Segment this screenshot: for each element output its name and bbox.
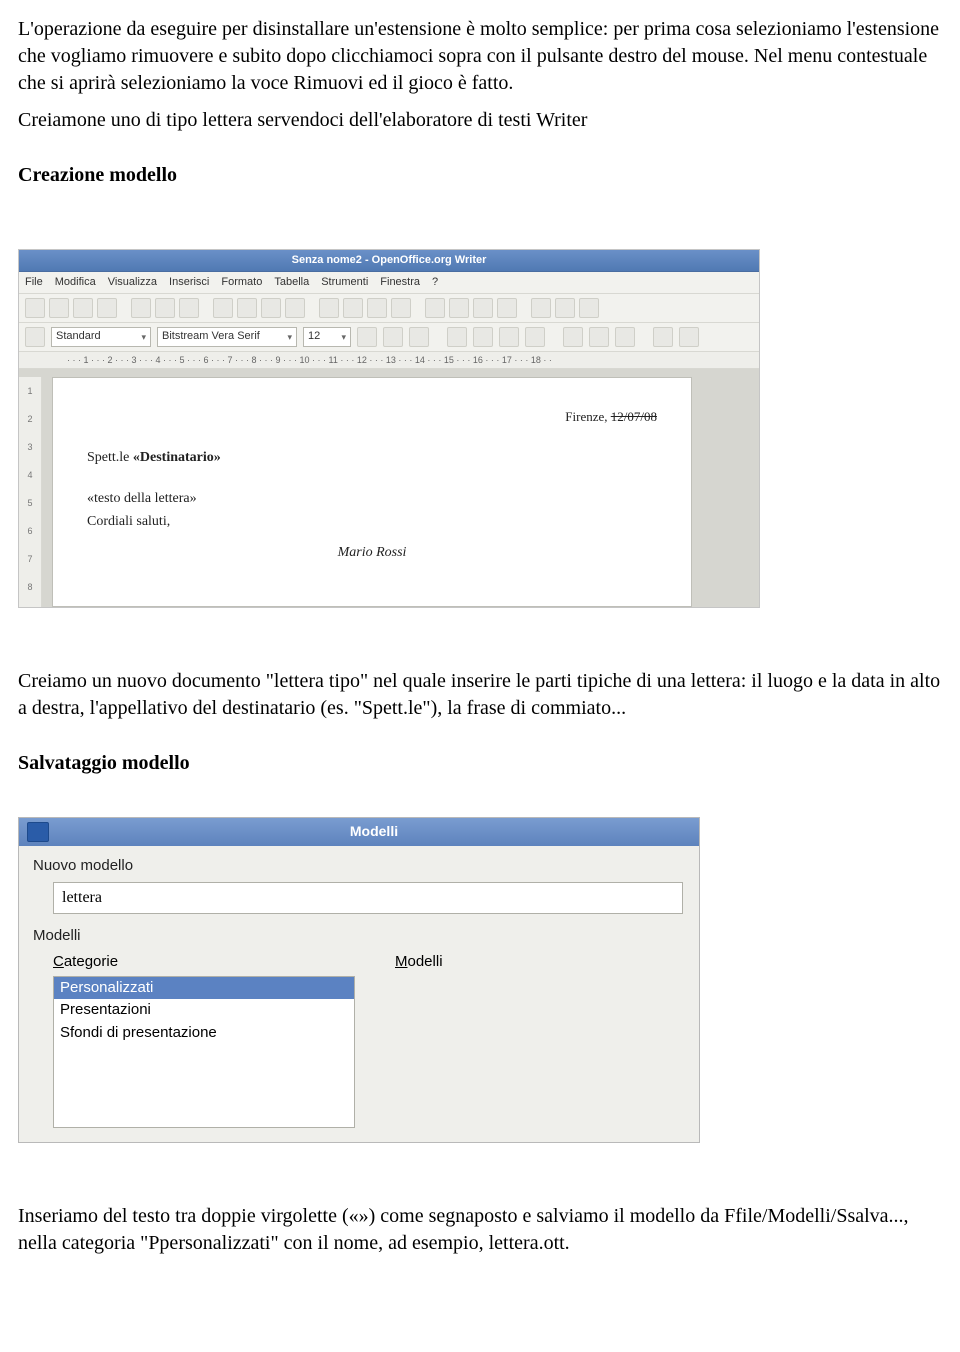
toolbar-button[interactable] [73,298,93,318]
paragraph-4: Inseriamo del testo tra doppie virgolett… [18,1203,942,1257]
group-label-modelli: Modelli [33,926,685,946]
chevron-down-icon: ▾ [287,331,292,343]
toolbar-button[interactable] [49,298,69,318]
heading-salvataggio-modello: Salvataggio modello [18,750,942,777]
toolbar-button[interactable] [261,298,281,318]
templates-dialog-screenshot: Modelli Nuovo modello lettera Modelli Ca… [18,817,700,1143]
categories-listbox[interactable]: Personalizzati Presentazioni Sfondi di p… [53,976,355,1128]
doc-closing: Cordiali saluti, [87,513,657,532]
font-name-combo[interactable]: Bitstream Vera Serif ▾ [157,327,297,347]
paragraph-style-value: Standard [56,329,101,344]
writer-screenshot: Senza nome2 - OpenOffice.org Writer File… [18,249,760,608]
paragraph-1: L'operazione da eseguire per disinstalla… [18,16,942,97]
writer-window-title: Senza nome2 - OpenOffice.org Writer [19,250,759,272]
app-logo-icon [27,822,49,842]
category-item-sfondi[interactable]: Sfondi di presentazione [54,1022,354,1044]
toolbar-button[interactable] [367,298,387,318]
toolbar-button[interactable] [237,298,257,318]
writer-menubar[interactable]: File Modifica Visualizza Inserisci Forma… [19,272,759,294]
toolbar-button[interactable] [531,298,551,318]
toolbar-button[interactable] [679,327,699,347]
menu-inserisci[interactable]: Inserisci [169,275,209,290]
menu-tabella[interactable]: Tabella [274,275,309,290]
chevron-down-icon: ▾ [341,331,346,343]
group-label-nuovo-modello: Nuovo modello [33,856,685,876]
toolbar-button[interactable] [155,298,175,318]
doc-recipient-field: «Destinatario» [133,450,221,465]
toolbar-button[interactable] [653,327,673,347]
toolbar-button[interactable] [579,298,599,318]
font-size-value: 12 [308,329,320,344]
doc-date: 12/07/08 [611,409,657,424]
menu-strumenti[interactable]: Strumenti [321,275,368,290]
toolbar-button[interactable] [449,298,469,318]
menu-finestra[interactable]: Finestra [380,275,420,290]
align-right-button[interactable] [499,327,519,347]
menu-file[interactable]: File [25,275,43,290]
align-left-button[interactable] [447,327,467,347]
italic-button[interactable] [383,327,403,347]
toolbar-button[interactable] [563,327,583,347]
toolbar-button[interactable] [131,298,151,318]
paragraph-style-combo[interactable]: Standard ▾ [51,327,151,347]
column-label-modelli: Modelli [395,952,443,972]
doc-signature: Mario Rossi [87,544,657,563]
writer-toolbar-main [19,294,759,323]
column-label-categorie: Categorie [53,952,355,972]
heading-creazione-modello: Creazione modello [18,162,942,189]
toolbar-button[interactable] [25,298,45,318]
horizontal-ruler: · · · 1 · · · 2 · · · 3 · · · 4 · · · 5 … [19,352,759,369]
toolbar-button[interactable] [473,298,493,318]
menu-visualizza[interactable]: Visualizza [108,275,157,290]
toolbar-button[interactable] [343,298,363,318]
font-size-combo[interactable]: 12 ▾ [303,327,351,347]
document-page[interactable]: Firenze, 12/07/08 Spett.le «Destinatario… [52,377,692,607]
toolbar-button[interactable] [555,298,575,318]
toolbar-button[interactable] [97,298,117,318]
toolbar-button[interactable] [615,327,635,347]
category-item-presentazioni[interactable]: Presentazioni [54,999,354,1021]
underline-button[interactable] [409,327,429,347]
toolbar-button[interactable] [425,298,445,318]
menu-modifica[interactable]: Modifica [55,275,96,290]
toolbar-button[interactable] [391,298,411,318]
vertical-ruler: 1 2 3 4 5 6 7 8 [19,377,42,607]
toolbar-button[interactable] [319,298,339,318]
align-center-button[interactable] [473,327,493,347]
bold-button[interactable] [357,327,377,347]
toolbar-button[interactable] [497,298,517,318]
toolbar-button[interactable] [213,298,233,318]
doc-recipient-prefix: Spett.le [87,450,133,465]
paragraph-3: Creiamo un nuovo documento "lettera tipo… [18,668,942,722]
dialog-titlebar: Modelli [19,818,699,846]
doc-city: Firenze, [565,409,610,424]
paragraph-2: Creiamone uno di tipo lettera servendoci… [18,107,942,134]
doc-recipient-line: Spett.le «Destinatario» [87,449,657,468]
toolbar-button[interactable] [589,327,609,347]
writer-toolbar-format: Standard ▾ Bitstream Vera Serif ▾ 12 ▾ [19,323,759,352]
doc-body-placeholder: «testo della lettera» [87,490,657,509]
chevron-down-icon: ▾ [141,331,146,343]
category-item-personalizzati[interactable]: Personalizzati [54,977,354,999]
menu-help[interactable]: ? [432,275,438,290]
toolbar-button[interactable] [25,327,45,347]
menu-formato[interactable]: Formato [221,275,262,290]
template-name-input[interactable]: lettera [53,882,683,914]
align-justify-button[interactable] [525,327,545,347]
doc-date-line: Firenze, 12/07/08 [87,408,657,426]
font-name-value: Bitstream Vera Serif [162,329,260,344]
dialog-title-text: Modelli [57,822,691,841]
toolbar-button[interactable] [179,298,199,318]
toolbar-button[interactable] [285,298,305,318]
